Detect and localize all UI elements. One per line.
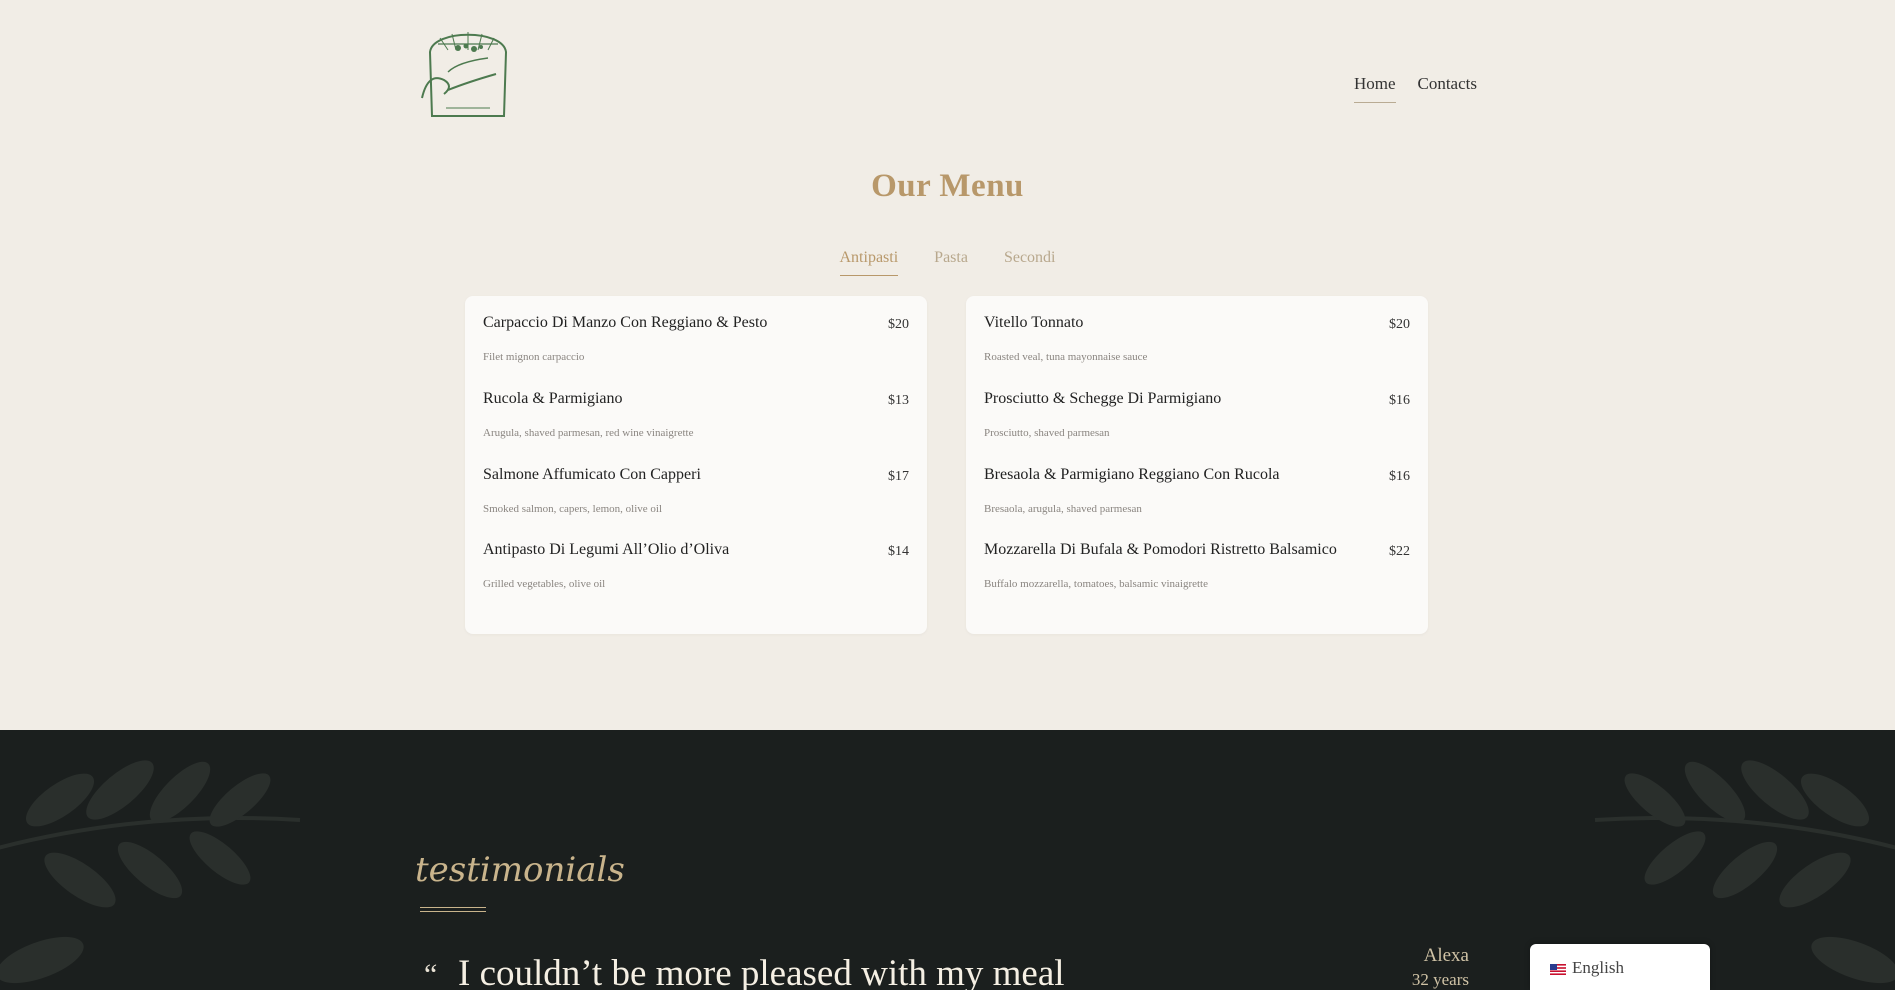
main-nav: Home Contacts [1353, 74, 1478, 103]
menu-item-price: $17 [888, 469, 909, 484]
menu-item: Bresaola & Parmigiano Reggiano Con Rucol… [984, 448, 1410, 515]
menu-item: Carpaccio Di Manzo Con Reggiano & Pesto … [483, 296, 909, 363]
menu-item-desc: Arugula, shaved parmesan, red wine vinai… [483, 427, 694, 439]
quote-mark-icon: “ [424, 958, 438, 990]
menu-title: Our Menu [871, 168, 1024, 204]
menu-item-desc: Grilled vegetables, olive oil [483, 578, 606, 590]
menu-item-name: Antipasto Di Legumi All’Olio d’Oliva [483, 541, 730, 558]
menu-item-name: Bresaola & Parmigiano Reggiano Con Rucol… [984, 466, 1280, 483]
menu-tabs: Antipasti Pasta Secondi [0, 249, 1895, 276]
menu-item: Prosciutto & Schegge Di Parmigiano $16 P… [984, 372, 1410, 439]
nav-contacts[interactable]: Contacts [1418, 74, 1478, 103]
cafe-logo[interactable] [418, 24, 518, 124]
menu-card-left: Carpaccio Di Manzo Con Reggiano & Pesto … [465, 296, 927, 634]
menu-item-name: Rucola & Parmigiano [483, 390, 623, 407]
testimonials-heading: testimonials [415, 850, 625, 890]
menu-item-name: Prosciutto & Schegge Di Parmigiano [984, 390, 1222, 407]
menu-card-right: Vitello Tonnato $20 Roasted veal, tuna m… [966, 296, 1428, 634]
menu-item-desc: Bresaola, arugula, shaved parmesan [984, 503, 1142, 515]
leaf-decoration-left-icon [0, 760, 301, 984]
menu-item: Mozzarella Di Bufala & Pomodori Ristrett… [984, 523, 1410, 590]
us-flag-icon [1550, 964, 1566, 975]
menu-item: Vitello Tonnato $20 Roasted veal, tuna m… [984, 296, 1410, 363]
tab-antipasti[interactable]: Antipasti [839, 249, 899, 276]
page-top-section: Home Contacts Our Menu Antipasti Pasta S… [0, 0, 1895, 730]
menu-item-desc: Filet mignon carpaccio [483, 351, 585, 363]
testimonial-quote: I couldn’t be more pleased with my meal [458, 953, 1065, 990]
menu-item-price: $13 [888, 393, 909, 408]
menu-item: Antipasto Di Legumi All’Olio d’Oliva $14… [483, 523, 909, 590]
menu-item-name: Vitello Tonnato [984, 314, 1084, 331]
heading-underline [420, 911, 486, 912]
menu-item-price: $14 [888, 544, 909, 559]
tab-secondi[interactable]: Secondi [1004, 249, 1056, 276]
nav-home[interactable]: Home [1353, 74, 1396, 103]
menu-item-desc: Roasted veal, tuna mayonnaise sauce [984, 351, 1148, 363]
menu-item-name: Salmone Affumicato Con Capperi [483, 466, 701, 483]
tab-pasta[interactable]: Pasta [934, 249, 968, 276]
menu-item: Salmone Affumicato Con Capperi $17 Smoke… [483, 448, 909, 515]
menu-item-desc: Prosciutto, shaved parmesan [984, 427, 1110, 439]
heading-underline [420, 907, 486, 908]
menu-item: Rucola & Parmigiano $13 Arugula, shaved … [483, 372, 909, 439]
menu-item-price: $16 [1389, 469, 1410, 484]
menu-item-desc: Smoked salmon, capers, lemon, olive oil [483, 503, 663, 515]
menu-item-price: $16 [1389, 393, 1410, 408]
testimonials-section: testimonials “ I couldn’t be more please… [0, 730, 1895, 990]
testimonial-author-age: 32 years [1411, 970, 1469, 989]
menu-item-name: Mozzarella Di Bufala & Pomodori Ristrett… [984, 541, 1337, 558]
menu-item-price: $22 [1389, 544, 1410, 559]
testimonial-author: Alexa [1423, 945, 1469, 966]
menu-item-name: Carpaccio Di Manzo Con Reggiano & Pesto [483, 314, 768, 331]
language-label: English [1572, 958, 1624, 977]
menu-item-desc: Buffalo mozzarella, tomatoes, balsamic v… [984, 578, 1208, 590]
language-switcher[interactable]: English [1530, 944, 1710, 990]
menu-item-price: $20 [888, 317, 909, 332]
menu-item-price: $20 [1389, 317, 1410, 332]
